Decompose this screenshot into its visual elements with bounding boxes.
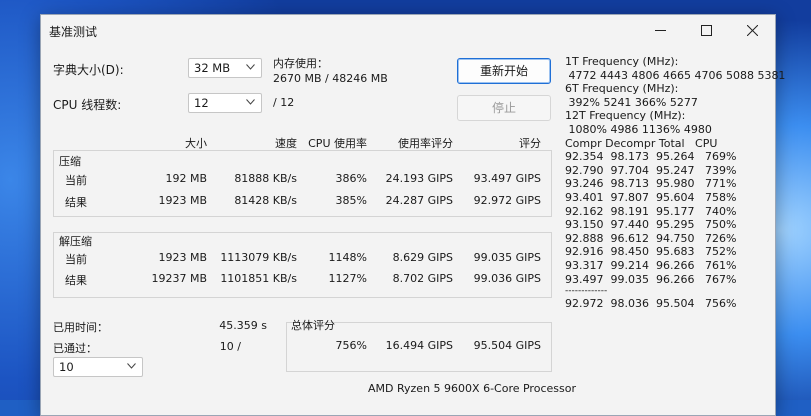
stop-button[interactable]: 停止	[457, 95, 551, 121]
cell-rating: 93.497 GIPS	[473, 172, 541, 185]
cpu-threads-label: CPU 线程数:	[53, 98, 122, 112]
header-usage-rating: 使用率评分	[398, 137, 453, 150]
log-line: 1080% 4986 1136% 4980	[565, 122, 712, 136]
cell-cpu: 1127%	[328, 272, 367, 285]
log-line: 92.916 98.450 95.683 752%	[565, 245, 737, 259]
benchmark-window: 基准测试 字典大小(D): 32 MB 内存使用： 2670 MB / 4824…	[40, 14, 785, 416]
passes-select-value: 10	[59, 360, 74, 374]
log-line: 93.150 97.440 95.295 750%	[565, 218, 737, 232]
cpu-threads-total: / 12	[273, 96, 295, 109]
cell-rating: 92.972 GIPS	[473, 194, 541, 207]
passes-select[interactable]: 10	[53, 357, 143, 377]
log-line: Compr Decompr Total CPU	[565, 136, 718, 150]
decompress-group	[53, 232, 552, 298]
cell-rating: 99.035 GIPS	[473, 251, 541, 264]
log-line: 92.888 96.612 94.750 726%	[565, 231, 737, 245]
minimize-icon	[654, 29, 666, 31]
chevron-down-icon	[127, 363, 136, 369]
total-cpu: 756%	[335, 339, 367, 352]
title-bar[interactable]: 基准测试	[41, 15, 775, 45]
log-line: 93.246 98.713 95.980 771%	[565, 177, 737, 191]
total-rating-title: 总体评分	[291, 319, 335, 332]
chevron-down-icon	[246, 99, 255, 105]
log-line: 92.972 98.036 95.504 756%	[565, 297, 737, 311]
cell-speed: 1113079 KB/s	[220, 251, 297, 264]
log-line: 1T Frequency (MHz):	[565, 55, 679, 68]
log-line: 4772 4443 4806 4665 4706 5088 5381	[565, 68, 786, 82]
restart-button[interactable]: 重新开始	[457, 58, 551, 84]
cell-size: 192 MB	[165, 172, 207, 185]
cell-speed: 81428 KB/s	[234, 194, 297, 207]
row-label: 结果	[65, 274, 87, 287]
log-line: 93.401 97.807 95.604 758%	[565, 190, 737, 204]
row-label: 结果	[65, 196, 87, 209]
window-title: 基准测试	[49, 25, 98, 39]
log-line: 392% 5241 366% 5277	[565, 95, 698, 109]
chevron-down-icon	[246, 64, 255, 70]
cell-rating: 99.036 GIPS	[473, 272, 541, 285]
cpu-threads-value: 12	[194, 96, 209, 110]
dictionary-size-value: 32 MB	[194, 61, 231, 75]
cell-size: 1923 MB	[158, 251, 207, 264]
cell-usage-rating: 24.193 GIPS	[385, 172, 453, 185]
cell-size: 1923 MB	[158, 194, 207, 207]
cell-usage-rating: 24.287 GIPS	[385, 194, 453, 207]
passes-label: 已通过：	[53, 342, 97, 355]
cell-speed: 1101851 KB/s	[220, 272, 297, 285]
log-line: 92.162 98.191 95.177 740%	[565, 204, 737, 218]
elapsed-time-value: 45.359 s	[219, 319, 267, 332]
header-speed: 速度	[275, 137, 297, 150]
cell-cpu: 386%	[335, 172, 367, 185]
log-line: 92.790 97.704 95.247 739%	[565, 163, 737, 177]
maximize-button[interactable]	[683, 15, 729, 45]
maximize-icon	[700, 24, 712, 36]
cpu-name: AMD Ryzen 5 9600X 6-Core Processor	[368, 382, 576, 395]
log-line: 6T Frequency (MHz):	[565, 82, 679, 96]
total-rating: 95.504 GIPS	[473, 339, 541, 352]
close-button[interactable]	[729, 15, 775, 45]
header-cpu-usage: CPU 使用率	[308, 137, 367, 150]
cell-speed: 81888 KB/s	[234, 172, 297, 185]
header-rating: 评分	[519, 137, 541, 150]
log-line: 93.317 99.214 96.266 761%	[565, 258, 737, 272]
row-label: 当前	[65, 253, 87, 266]
row-label: 当前	[65, 174, 87, 187]
log-line: 92.354 98.173 95.264 769%	[565, 150, 737, 164]
memory-usage-value: 2670 MB / 48246 MB	[273, 72, 388, 85]
cell-cpu: 1148%	[328, 251, 367, 264]
dictionary-size-label: 字典大小(D):	[53, 63, 124, 77]
minimize-button[interactable]	[637, 15, 683, 45]
log-line: 12T Frequency (MHz):	[565, 109, 686, 123]
elapsed-time-label: 已用时间：	[53, 321, 108, 334]
frequency-log: 1T Frequency (MHz): 4772 4443 4806 4665 …	[565, 55, 785, 311]
log-line: 93.497 99.035 96.266 767%	[565, 272, 737, 286]
close-icon	[746, 24, 758, 36]
decompress-title: 解压缩	[59, 235, 92, 248]
cpu-threads-select[interactable]: 12	[188, 93, 262, 113]
cell-usage-rating: 8.629 GIPS	[392, 251, 453, 264]
passes-value: 10 /	[219, 340, 241, 353]
dictionary-size-select[interactable]: 32 MB	[188, 58, 262, 78]
cell-size: 19237 MB	[151, 272, 207, 285]
cell-cpu: 385%	[335, 194, 367, 207]
total-usage-rating: 16.494 GIPS	[385, 339, 453, 352]
memory-usage-label: 内存使用：	[273, 57, 328, 70]
cell-usage-rating: 8.702 GIPS	[392, 272, 453, 285]
log-line: -------------	[565, 286, 608, 297]
header-size: 大小	[185, 137, 207, 150]
compress-title: 压缩	[59, 155, 81, 168]
